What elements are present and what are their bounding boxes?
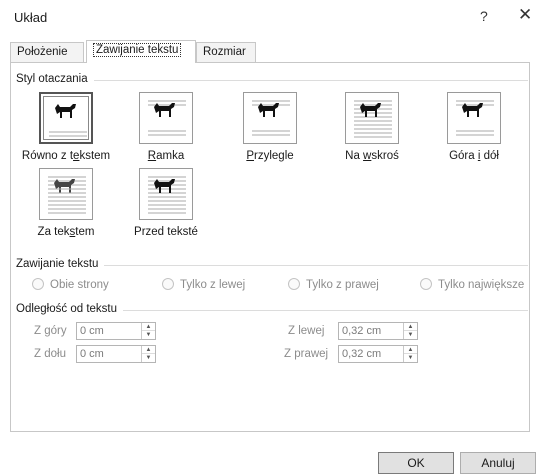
spinner-arrows[interactable]: ▲ ▼ xyxy=(141,323,155,339)
distance-top-input[interactable] xyxy=(77,323,139,339)
spin-up-icon[interactable]: ▲ xyxy=(404,323,417,331)
tight-wrap-icon[interactable] xyxy=(243,92,297,144)
wrap-text-radio-group: Obie strony Tylko z lewej Tylko z prawej… xyxy=(22,278,532,296)
wrap-option-inline-with-text[interactable]: Równo z tekstem xyxy=(16,92,116,162)
dialog-title: Układ xyxy=(14,10,48,25)
wrap-option-behind-text[interactable]: Za tekstem xyxy=(16,168,116,238)
radio-right-only[interactable]: Tylko z prawej xyxy=(288,278,379,291)
close-button[interactable]: ✕ xyxy=(518,5,532,25)
wrap-option-label: Ramka xyxy=(147,150,185,162)
top-bottom-wrap-icon[interactable] xyxy=(447,92,501,144)
distance-top-spinner[interactable]: ▲▼ xyxy=(76,322,156,340)
distance-right-spinner[interactable]: ▲▼ xyxy=(338,345,418,363)
spin-down-icon[interactable]: ▼ xyxy=(142,354,155,362)
wrap-style-group-label: Styl otaczania xyxy=(16,73,94,85)
wrap-option-label: Za tekstem xyxy=(37,226,95,238)
distance-top-label: Z góry xyxy=(34,325,67,337)
in-front-of-text-icon[interactable] xyxy=(139,168,193,220)
tab-text-wrapping[interactable]: Zawijanie tekstu xyxy=(86,40,196,63)
spin-down-icon[interactable]: ▼ xyxy=(142,331,155,339)
radio-circle-icon xyxy=(32,278,44,290)
radio-both-sides[interactable]: Obie strony xyxy=(32,278,109,291)
ok-button[interactable]: OK xyxy=(378,452,454,474)
distance-group-label: Odległość od tekstu xyxy=(16,303,124,315)
radio-circle-icon xyxy=(162,278,174,290)
wrap-option-label: Góra i dół xyxy=(449,150,499,162)
spin-down-icon[interactable]: ▼ xyxy=(404,331,417,339)
wrap-option-label: Przed teksté xyxy=(134,226,198,238)
distance-bottom-label: Z dołu xyxy=(34,348,66,360)
wrap-option-label: Przylegle xyxy=(246,150,294,162)
spin-down-icon[interactable]: ▼ xyxy=(404,354,417,362)
radio-largest-only[interactable]: Tylko największe xyxy=(420,278,524,291)
distance-left-spinner[interactable]: ▲▼ xyxy=(338,322,418,340)
wrap-text-group-label: Zawijanie tekstu xyxy=(16,258,105,270)
square-wrap-icon[interactable] xyxy=(139,92,193,144)
spinner-arrows[interactable]: ▲ ▼ xyxy=(403,323,417,339)
cancel-button[interactable]: Anuluj xyxy=(460,452,536,474)
wrap-option-in-front-of-text[interactable]: Przed teksté xyxy=(116,168,216,238)
wrap-option-tight-wrap[interactable]: Przylegle xyxy=(220,92,320,162)
help-button[interactable]: ? xyxy=(480,8,488,24)
behind-text-icon[interactable] xyxy=(39,168,93,220)
wrap-option-through-wrap[interactable]: Na wskroś xyxy=(322,92,422,162)
radio-left-only[interactable]: Tylko z lewej xyxy=(162,278,245,291)
wrap-option-label: Równo z tekstem xyxy=(21,150,111,162)
layout-dialog: Układ ? ✕ Położenie Zawijanie tekstu Roz… xyxy=(0,0,536,474)
distance-right-input[interactable] xyxy=(339,346,401,362)
spin-up-icon[interactable]: ▲ xyxy=(404,346,417,354)
spinner-arrows[interactable]: ▲ ▼ xyxy=(403,346,417,362)
distance-left-input[interactable] xyxy=(339,323,401,339)
spinner-arrows[interactable]: ▲ ▼ xyxy=(141,346,155,362)
distance-right-label: Z prawej xyxy=(284,348,329,360)
tab-size[interactable]: Rozmiar xyxy=(196,42,256,62)
distance-bottom-spinner[interactable]: ▲▼ xyxy=(76,345,156,363)
distance-bottom-input[interactable] xyxy=(77,346,139,362)
radio-circle-icon xyxy=(288,278,300,290)
wrap-option-top-bottom-wrap[interactable]: Góra i dół xyxy=(424,92,524,162)
through-wrap-icon[interactable] xyxy=(345,92,399,144)
wrap-option-square-wrap[interactable]: Ramka xyxy=(116,92,216,162)
radio-circle-icon xyxy=(420,278,432,290)
wrap-option-label: Na wskroś xyxy=(345,150,399,162)
tab-position[interactable]: Położenie xyxy=(10,42,84,62)
inline-with-text-icon[interactable] xyxy=(39,92,93,144)
spin-up-icon[interactable]: ▲ xyxy=(142,323,155,331)
distance-left-label: Z lewej xyxy=(288,325,325,337)
spin-up-icon[interactable]: ▲ xyxy=(142,346,155,354)
